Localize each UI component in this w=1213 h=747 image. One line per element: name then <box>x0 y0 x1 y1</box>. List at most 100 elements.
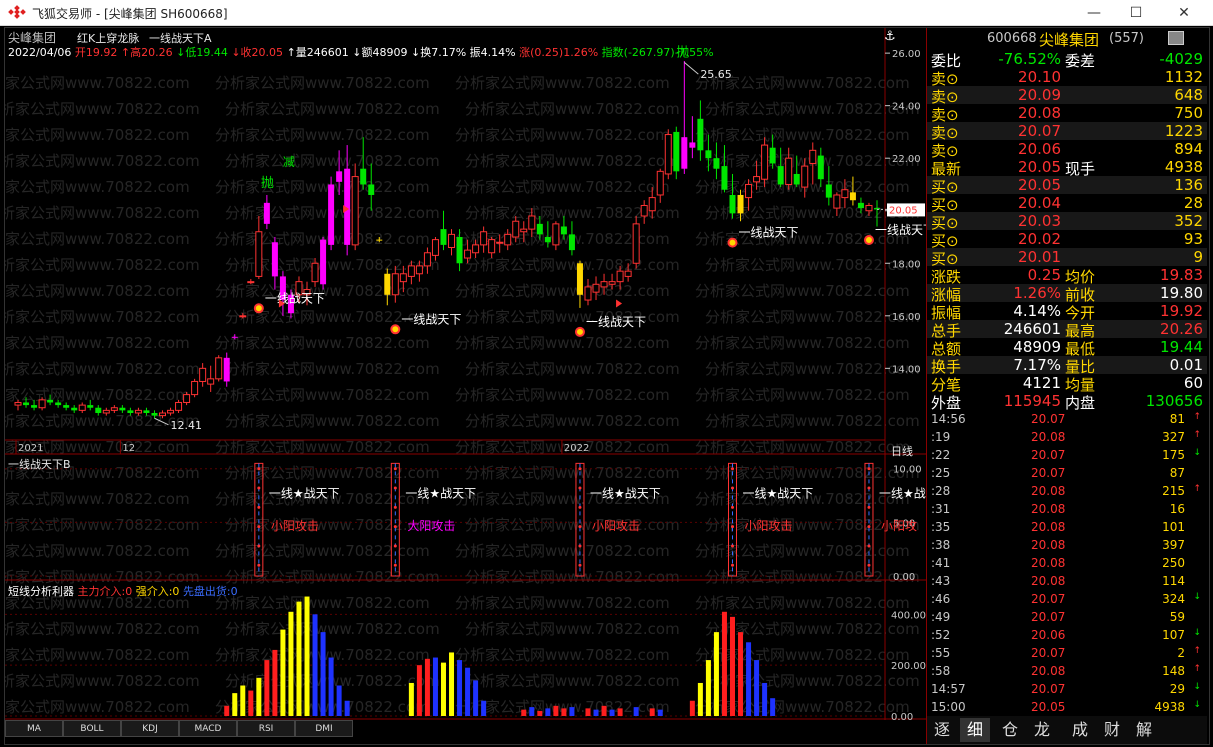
panel-toggle-icon[interactable] <box>1168 31 1184 45</box>
volume-bar <box>770 698 776 716</box>
tick-volume: 327 <box>1162 430 1185 444</box>
tick-time: :25 <box>931 466 951 480</box>
candle-body <box>247 281 255 284</box>
volume-bar <box>240 685 246 716</box>
volume-bar <box>272 649 278 716</box>
stat-value: 19.44 <box>1160 338 1203 356</box>
candle-body <box>31 405 38 408</box>
volume-bar <box>633 707 639 716</box>
tick-row: :28 20.08 215 ↑ <box>927 484 1207 502</box>
watermark-text: 分析家公式网www.70822.com <box>5 178 190 196</box>
candle-body <box>608 281 616 285</box>
sell-row: 卖⊙ 20.06 894 <box>927 140 1207 160</box>
signal-bar-dot <box>730 505 734 509</box>
signal-bar-dot <box>730 544 734 548</box>
stat-value: 19.80 <box>1160 284 1203 302</box>
chart-area[interactable]: 分析家公式网www.70822.com 分析家公式网www.70822.com 分析… <box>5 28 926 744</box>
tab-kdj[interactable]: KDJ <box>121 720 179 737</box>
stock-code: 600668 <box>987 31 1037 46</box>
tick-time: 14:56 <box>931 412 966 426</box>
tab-cheng[interactable]: 成 <box>1065 718 1095 742</box>
tick-time: :52 <box>931 628 951 642</box>
maximize-button[interactable]: ☐ <box>1113 0 1159 26</box>
tab-dmi[interactable]: DMI <box>295 720 353 737</box>
tick-time: :35 <box>931 520 951 534</box>
volume-bar <box>545 708 551 716</box>
signal-bar-dot <box>257 505 261 509</box>
tab-long[interactable]: 龙 <box>1027 718 1057 742</box>
buy-volume: 93 <box>1183 230 1203 248</box>
volume-bar <box>762 682 768 716</box>
buy-volume: 9 <box>1193 248 1203 266</box>
watermark-text: 分析家公式网www.70822.com <box>465 620 680 638</box>
tab-boll[interactable]: BOLL <box>63 720 121 737</box>
stock-count: (557) <box>1109 31 1144 46</box>
anchor-icon[interactable]: ⚓ <box>884 29 896 44</box>
info-open: 开19.92 <box>74 46 118 59</box>
tab-cang[interactable]: 仓 <box>995 718 1025 742</box>
app-main: 分析家公式网www.70822.com 分析家公式网www.70822.com 分析… <box>4 27 1210 745</box>
signal-bar-dot <box>867 486 871 490</box>
volume-bar <box>481 700 487 716</box>
tab-rsi[interactable]: RSI <box>237 720 295 737</box>
signal-bar-dot <box>730 563 734 567</box>
volume-bar <box>657 709 663 716</box>
tab-cai[interactable]: 财 <box>1097 718 1127 742</box>
signal-bar-dot <box>578 505 582 509</box>
tick-time: :22 <box>931 448 951 462</box>
tick-time: :55 <box>931 646 951 660</box>
tab-jie[interactable]: 解 <box>1129 718 1159 742</box>
chart-svg[interactable]: 分析家公式网www.70822.com 分析家公式网www.70822.com 分析… <box>5 28 926 720</box>
tab-ma[interactable]: MA <box>5 720 63 737</box>
tick-volume: 101 <box>1162 520 1185 534</box>
info-change: 涨(0.25)1.26% <box>519 46 599 59</box>
tick-row: :31 20.08 16 <box>927 502 1207 520</box>
sell-price[interactable]: 20.07 <box>1018 122 1061 140</box>
signal-dot <box>727 237 738 248</box>
volume-bar <box>449 652 455 716</box>
buy-price[interactable]: 20.01 <box>1018 248 1061 266</box>
buy-price[interactable]: 20.04 <box>1018 194 1061 212</box>
candle-body <box>431 239 439 256</box>
candle-body <box>263 202 270 224</box>
candle-body <box>528 215 536 230</box>
current-hand-value: 4938 <box>1164 158 1203 176</box>
candle-body <box>191 380 199 396</box>
ohlc-info-bar: 2022/04/06 开19.92 ↑高20.26 ↓低19.44 ↓收20.0… <box>8 44 714 60</box>
watermark-text: 分析家公式网www.70822.com <box>5 74 190 92</box>
signal-label: 一线战天下 <box>265 291 325 305</box>
tick-arrow-icon: ↑ <box>1193 646 1201 656</box>
watermark-text: 分析家公式网www.70822.com <box>5 360 200 378</box>
minimize-button[interactable]: — <box>1071 0 1117 26</box>
period-label[interactable]: 日线 <box>891 443 913 459</box>
buy-price[interactable]: 20.02 <box>1018 230 1061 248</box>
sell-price[interactable]: 20.08 <box>1018 104 1061 122</box>
tick-row: :43 20.08 114 <box>927 574 1207 592</box>
inner-value: 130656 <box>1145 392 1203 410</box>
candle-body <box>769 147 776 164</box>
candle-body <box>440 229 447 245</box>
buy-price[interactable]: 20.03 <box>1018 212 1061 230</box>
sell-price[interactable]: 20.06 <box>1018 140 1061 158</box>
tab-zhu[interactable]: 逐 <box>927 718 957 742</box>
signal-type-text: 小阳攻击 <box>744 519 792 533</box>
tick-arrow-icon: ↑ <box>1193 430 1201 440</box>
tab-macd[interactable]: MACD <box>179 720 237 737</box>
sell-price[interactable]: 20.10 <box>1018 68 1061 86</box>
candle-body <box>753 176 761 183</box>
close-button[interactable]: ✕ <box>1161 0 1207 26</box>
y-tick-label: 10.00 <box>893 465 922 476</box>
window-titlebar: 飞狐交易师 - [尖峰集团 SH600668] — ☐ ✕ <box>0 0 1213 26</box>
candle-body <box>239 315 247 318</box>
candle-body <box>255 231 263 277</box>
candle-body <box>777 166 784 185</box>
volume-bar <box>336 685 342 716</box>
stat-value: 0.25 <box>1027 266 1061 284</box>
signal-bar-dot <box>730 525 734 529</box>
tick-price: 20.07 <box>1031 592 1066 606</box>
sell-price[interactable]: 20.09 <box>1018 86 1061 104</box>
legend-main-force: 主力介入:0 <box>77 585 133 598</box>
watermark-text: 分析家公式网www.70822.com <box>5 334 190 352</box>
tab-xi[interactable]: 细 <box>960 718 990 742</box>
buy-price[interactable]: 20.05 <box>1018 176 1061 194</box>
